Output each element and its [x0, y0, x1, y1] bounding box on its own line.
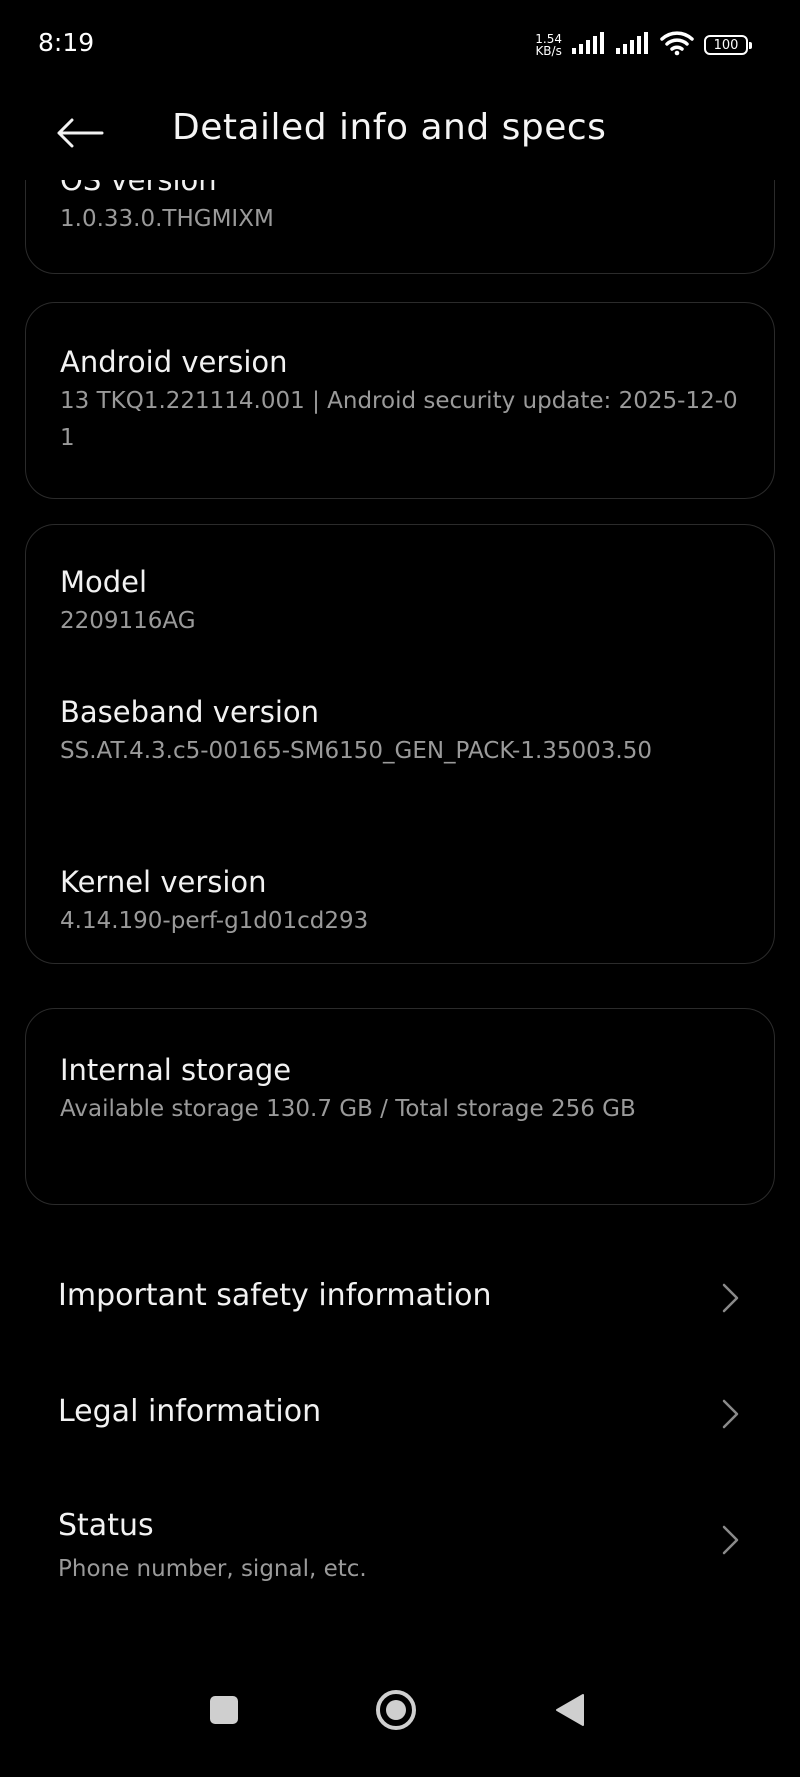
system-navigation-bar — [0, 1670, 800, 1777]
spec-value: SS.AT.4.3.c5-00165-SM6150_GEN_PACK-1.350… — [60, 738, 653, 764]
arrow-left-icon — [56, 118, 104, 152]
home-button[interactable] — [366, 1682, 426, 1742]
internal-storage-spec: Internal storage Available storage 130.7… — [60, 1051, 740, 1128]
os-version-card: OS version 1.0.33.0.THGMIXM — [25, 180, 775, 274]
signal-icon — [616, 32, 650, 58]
os-version-spec: OS version 1.0.33.0.THGMIXM — [60, 180, 740, 238]
wifi-icon — [660, 30, 694, 60]
android-version-card: Android version 13 TKQ1.221114.001 | And… — [25, 302, 775, 499]
spec-value: 2209116AG — [60, 608, 196, 634]
spec-label: Model — [60, 565, 148, 599]
spec-label: Android version — [60, 345, 288, 379]
storage-card: Internal storage Available storage 130.7… — [25, 1008, 775, 1205]
status-item[interactable]: Status Phone number, signal, etc. — [0, 1472, 800, 1602]
spec-label: Kernel version — [60, 865, 267, 899]
triangle-back-icon — [554, 1692, 586, 1732]
back-nav-button[interactable] — [540, 1682, 600, 1742]
model-spec: Model 2209116AG — [60, 563, 740, 640]
chevron-right-icon — [722, 1525, 739, 1555]
spec-value: 1.0.33.0.THGMIXM — [60, 206, 274, 232]
spec-value: 4.14.190-perf-g1d01cd293 — [60, 908, 369, 934]
square-icon — [209, 1695, 239, 1729]
spec-label: OS version — [60, 180, 217, 197]
back-button[interactable] — [52, 110, 108, 160]
battery-icon: 100 — [704, 35, 752, 55]
status-icons: 1.54 KB/s 100 — [535, 28, 752, 62]
network-speed-unit: KB/s — [535, 44, 562, 58]
signal-icon — [572, 32, 606, 58]
network-speed: 1.54 KB/s — [535, 33, 562, 57]
spec-label: Baseband version — [60, 695, 320, 729]
important-safety-information-item[interactable]: Important safety information — [0, 1242, 800, 1352]
nav-item-subtitle: Phone number, signal, etc. — [58, 1556, 367, 1582]
kernel-version-spec: Kernel version 4.14.190-perf-g1d01cd293 — [60, 863, 740, 940]
spec-label: Internal storage — [60, 1053, 292, 1087]
nav-item-label: Important safety information — [58, 1278, 492, 1313]
page-title: Detailed info and specs — [172, 107, 607, 148]
chevron-right-icon — [722, 1283, 739, 1313]
nav-item-label: Legal information — [58, 1394, 322, 1429]
hardware-card: Model 2209116AG Baseband version SS.AT.4… — [25, 524, 775, 964]
app-header: Detailed info and specs — [0, 90, 800, 180]
chevron-right-icon — [722, 1399, 739, 1429]
status-time: 8:19 — [38, 28, 95, 57]
nav-item-label: Status — [58, 1508, 154, 1543]
legal-information-item[interactable]: Legal information — [0, 1358, 800, 1468]
android-version-spec: Android version 13 TKQ1.221114.001 | And… — [60, 343, 740, 457]
spec-value: Available storage 130.7 GB / Total stora… — [60, 1096, 636, 1122]
baseband-version-spec: Baseband version SS.AT.4.3.c5-00165-SM61… — [60, 693, 740, 770]
status-bar: 8:19 1.54 KB/s 100 — [0, 0, 800, 90]
content-list[interactable]: OS version 1.0.33.0.THGMIXM Android vers… — [0, 180, 800, 1630]
spec-value: 13 TKQ1.221114.001 | Android security up… — [60, 388, 738, 451]
recents-button[interactable] — [194, 1682, 254, 1742]
circle-icon — [375, 1689, 417, 1735]
